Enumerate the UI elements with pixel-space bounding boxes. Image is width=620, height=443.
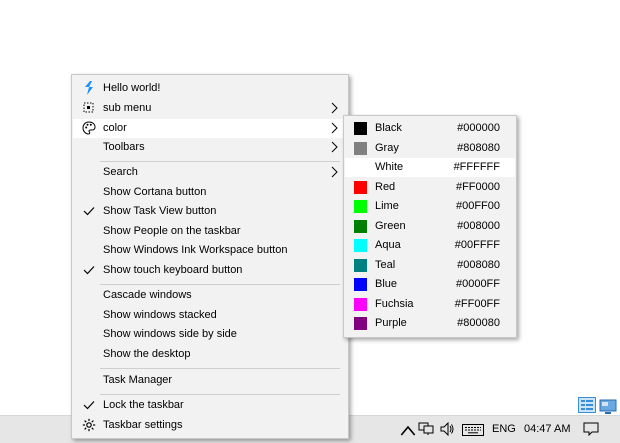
color-swatch	[354, 181, 367, 194]
menu-item-toolbars[interactable]: Toolbars	[73, 138, 347, 157]
check-icon	[83, 207, 95, 216]
color-item-purple[interactable]: Purple #800080	[345, 314, 515, 333]
menu-item-show-ink-workspace[interactable]: Show Windows Ink Workspace button	[73, 241, 347, 260]
color-swatch	[354, 298, 367, 311]
network-icon[interactable]	[418, 422, 434, 436]
menu-separator	[100, 284, 340, 285]
menu-item-show-windows-side-by-side[interactable]: Show windows side by side	[73, 325, 347, 344]
menu-item-sub-menu[interactable]: sub menu	[73, 99, 347, 118]
menu-item-color[interactable]: color	[73, 119, 347, 138]
color-item-teal[interactable]: Teal #008080	[345, 256, 515, 275]
gear-icon	[82, 418, 96, 432]
keyboard-icon[interactable]	[462, 423, 484, 437]
color-item-red[interactable]: Red #FF0000	[345, 178, 515, 197]
color-swatch	[354, 161, 367, 174]
menu-item-show-desktop[interactable]: Show the desktop	[73, 345, 347, 364]
menu-item-show-touch-keyboard[interactable]: Show touch keyboard button	[73, 261, 347, 280]
screen-icon[interactable]	[599, 399, 617, 415]
volume-icon[interactable]	[439, 422, 455, 436]
color-swatch	[354, 317, 367, 330]
color-item-white[interactable]: White #FFFFFF	[345, 158, 515, 177]
menu-item-taskbar-settings[interactable]: Taskbar settings	[73, 416, 347, 435]
menu-separator	[100, 394, 340, 395]
menu-item-show-cortana[interactable]: Show Cortana button	[73, 183, 347, 202]
color-swatch	[354, 278, 367, 291]
menu-separator	[100, 161, 340, 162]
color-submenu: Black #000000 Gray #808080 White #FFFFFF…	[343, 115, 517, 338]
menu-item-show-windows-stacked[interactable]: Show windows stacked	[73, 306, 347, 325]
taskbar-context-menu: Hello world! sub menu color Toolbars Sea…	[71, 74, 349, 439]
menu-item-show-people[interactable]: Show People on the taskbar	[73, 222, 347, 241]
menu-item-cascade-windows[interactable]: Cascade windows	[73, 286, 347, 305]
color-item-blue[interactable]: Blue #0000FF	[345, 275, 515, 294]
chevron-up-icon[interactable]	[400, 424, 416, 438]
color-item-green[interactable]: Green #008000	[345, 217, 515, 236]
color-swatch	[354, 220, 367, 233]
menu-separator	[100, 368, 340, 369]
check-icon	[83, 266, 95, 275]
grid-cursor-icon	[83, 102, 94, 113]
color-item-lime[interactable]: Lime #00FF00	[345, 197, 515, 216]
app-logo-icon	[85, 81, 93, 95]
list-view-icon[interactable]	[578, 397, 596, 413]
menu-item-hello-world[interactable]: Hello world!	[73, 79, 347, 98]
menu-item-show-task-view[interactable]: Show Task View button	[73, 202, 347, 221]
menu-item-task-manager[interactable]: Task Manager	[73, 371, 347, 390]
language-indicator[interactable]: ENG	[492, 416, 516, 443]
color-item-aqua[interactable]: Aqua #00FFFF	[345, 236, 515, 255]
chevron-right-icon	[331, 141, 338, 153]
color-swatch	[354, 122, 367, 135]
clock[interactable]: 04:47 AM	[524, 416, 570, 443]
menu-item-lock-taskbar[interactable]: Lock the taskbar	[73, 396, 347, 415]
menu-item-search[interactable]: Search	[73, 163, 347, 182]
chevron-right-icon	[331, 166, 338, 178]
palette-icon	[82, 121, 96, 135]
color-item-black[interactable]: Black #000000	[345, 119, 515, 138]
color-swatch	[354, 259, 367, 272]
color-item-gray[interactable]: Gray #808080	[345, 139, 515, 158]
color-swatch	[354, 142, 367, 155]
color-swatch	[354, 239, 367, 252]
notification-icon[interactable]	[583, 422, 599, 436]
check-icon	[83, 401, 95, 410]
chevron-right-icon	[331, 122, 338, 134]
color-swatch	[354, 200, 367, 213]
chevron-right-icon	[331, 102, 338, 114]
color-item-fuchsia[interactable]: Fuchsia #FF00FF	[345, 295, 515, 314]
